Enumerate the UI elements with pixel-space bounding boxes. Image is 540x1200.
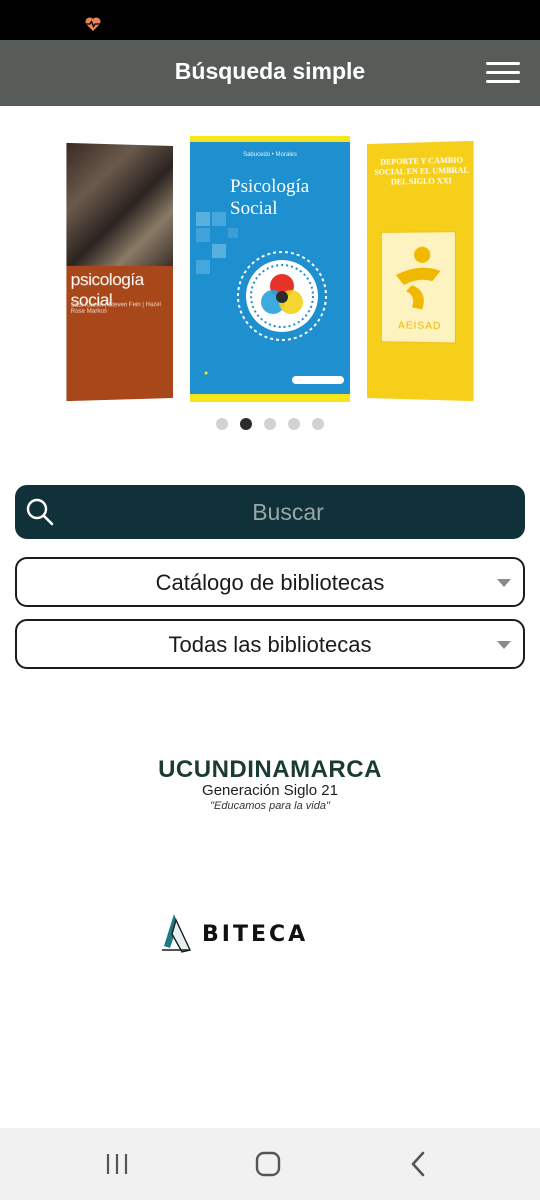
heart-pulse-icon xyxy=(85,17,101,31)
cover-emblem-icon xyxy=(237,251,327,341)
chevron-down-icon xyxy=(497,641,511,649)
cover-title-line2: Social xyxy=(230,198,278,219)
hamburger-menu-icon[interactable] xyxy=(480,58,526,88)
cover-photo xyxy=(66,142,173,266)
catalog-select[interactable]: Catálogo de bibliotecas xyxy=(15,557,525,607)
library-select[interactable]: Todas las bibliotecas xyxy=(15,619,525,669)
status-bar xyxy=(0,0,540,40)
cover-publisher-logo xyxy=(292,376,344,384)
cover-authors: Saul Kassin | Steven Fein | Hazel Rose M… xyxy=(70,302,161,316)
back-icon[interactable] xyxy=(406,1150,434,1178)
cover-edition-badge: ● xyxy=(204,370,209,377)
carousel-dot[interactable] xyxy=(288,418,300,430)
search-bar[interactable] xyxy=(15,485,525,539)
cover-title-line1: Psicología xyxy=(230,176,310,197)
catalog-select-value: Catálogo de bibliotecas xyxy=(155,570,385,595)
logo-tagline: Generación Siglo 21 xyxy=(202,782,338,799)
carousel-pagination xyxy=(0,418,540,432)
recents-icon[interactable] xyxy=(103,1150,131,1178)
book-cover-psicologia-social[interactable]: Sabucedo • Morales Psicología Social ● xyxy=(190,136,350,402)
cover-title: DEPORTE Y CAMBIO SOCIAL EN EL UMBRAL DEL… xyxy=(374,155,469,187)
app-bar: Búsqueda simple xyxy=(0,40,540,106)
carousel-dot-active[interactable] xyxy=(240,418,252,430)
home-icon[interactable] xyxy=(254,1150,282,1178)
system-nav-bar xyxy=(0,1128,540,1200)
cover-authors: Sabucedo • Morales xyxy=(243,152,297,158)
cover-brand: AEISAD xyxy=(398,320,442,333)
cover-background: Sabucedo • Morales Psicología Social ● xyxy=(190,142,350,394)
biteca-wordmark: BITECA xyxy=(202,922,309,947)
book-carousel[interactable]: psicología social Saul Kassin | Steven F… xyxy=(0,106,540,446)
library-select-value: Todas las bibliotecas xyxy=(168,632,372,657)
biteca-logo: BITECA xyxy=(160,912,370,958)
chevron-down-icon xyxy=(497,579,511,587)
search-icon[interactable] xyxy=(25,497,55,527)
ucundinamarca-logo: UCUNDINAMARCA Generación Siglo 21 "Educa… xyxy=(150,757,390,817)
search-input[interactable] xyxy=(65,493,511,531)
logo-motto: "Educamos para la vida" xyxy=(210,800,330,812)
biteca-mark-icon xyxy=(162,914,191,953)
book-cover-deporte-cambio-social[interactable]: DEPORTE Y CAMBIO SOCIAL EN EL UMBRAL DEL… xyxy=(367,140,474,402)
page-title: Búsqueda simple xyxy=(174,58,366,84)
logo-name: UCUNDINAMARCA xyxy=(158,756,382,783)
book-cover-psicologia-social-kassin[interactable]: psicología social Saul Kassin | Steven F… xyxy=(66,142,173,402)
carousel-dot[interactable] xyxy=(312,418,324,430)
cover-title: Psicología Social xyxy=(230,176,309,220)
carousel-dot[interactable] xyxy=(216,418,228,430)
carousel-dot[interactable] xyxy=(264,418,276,430)
